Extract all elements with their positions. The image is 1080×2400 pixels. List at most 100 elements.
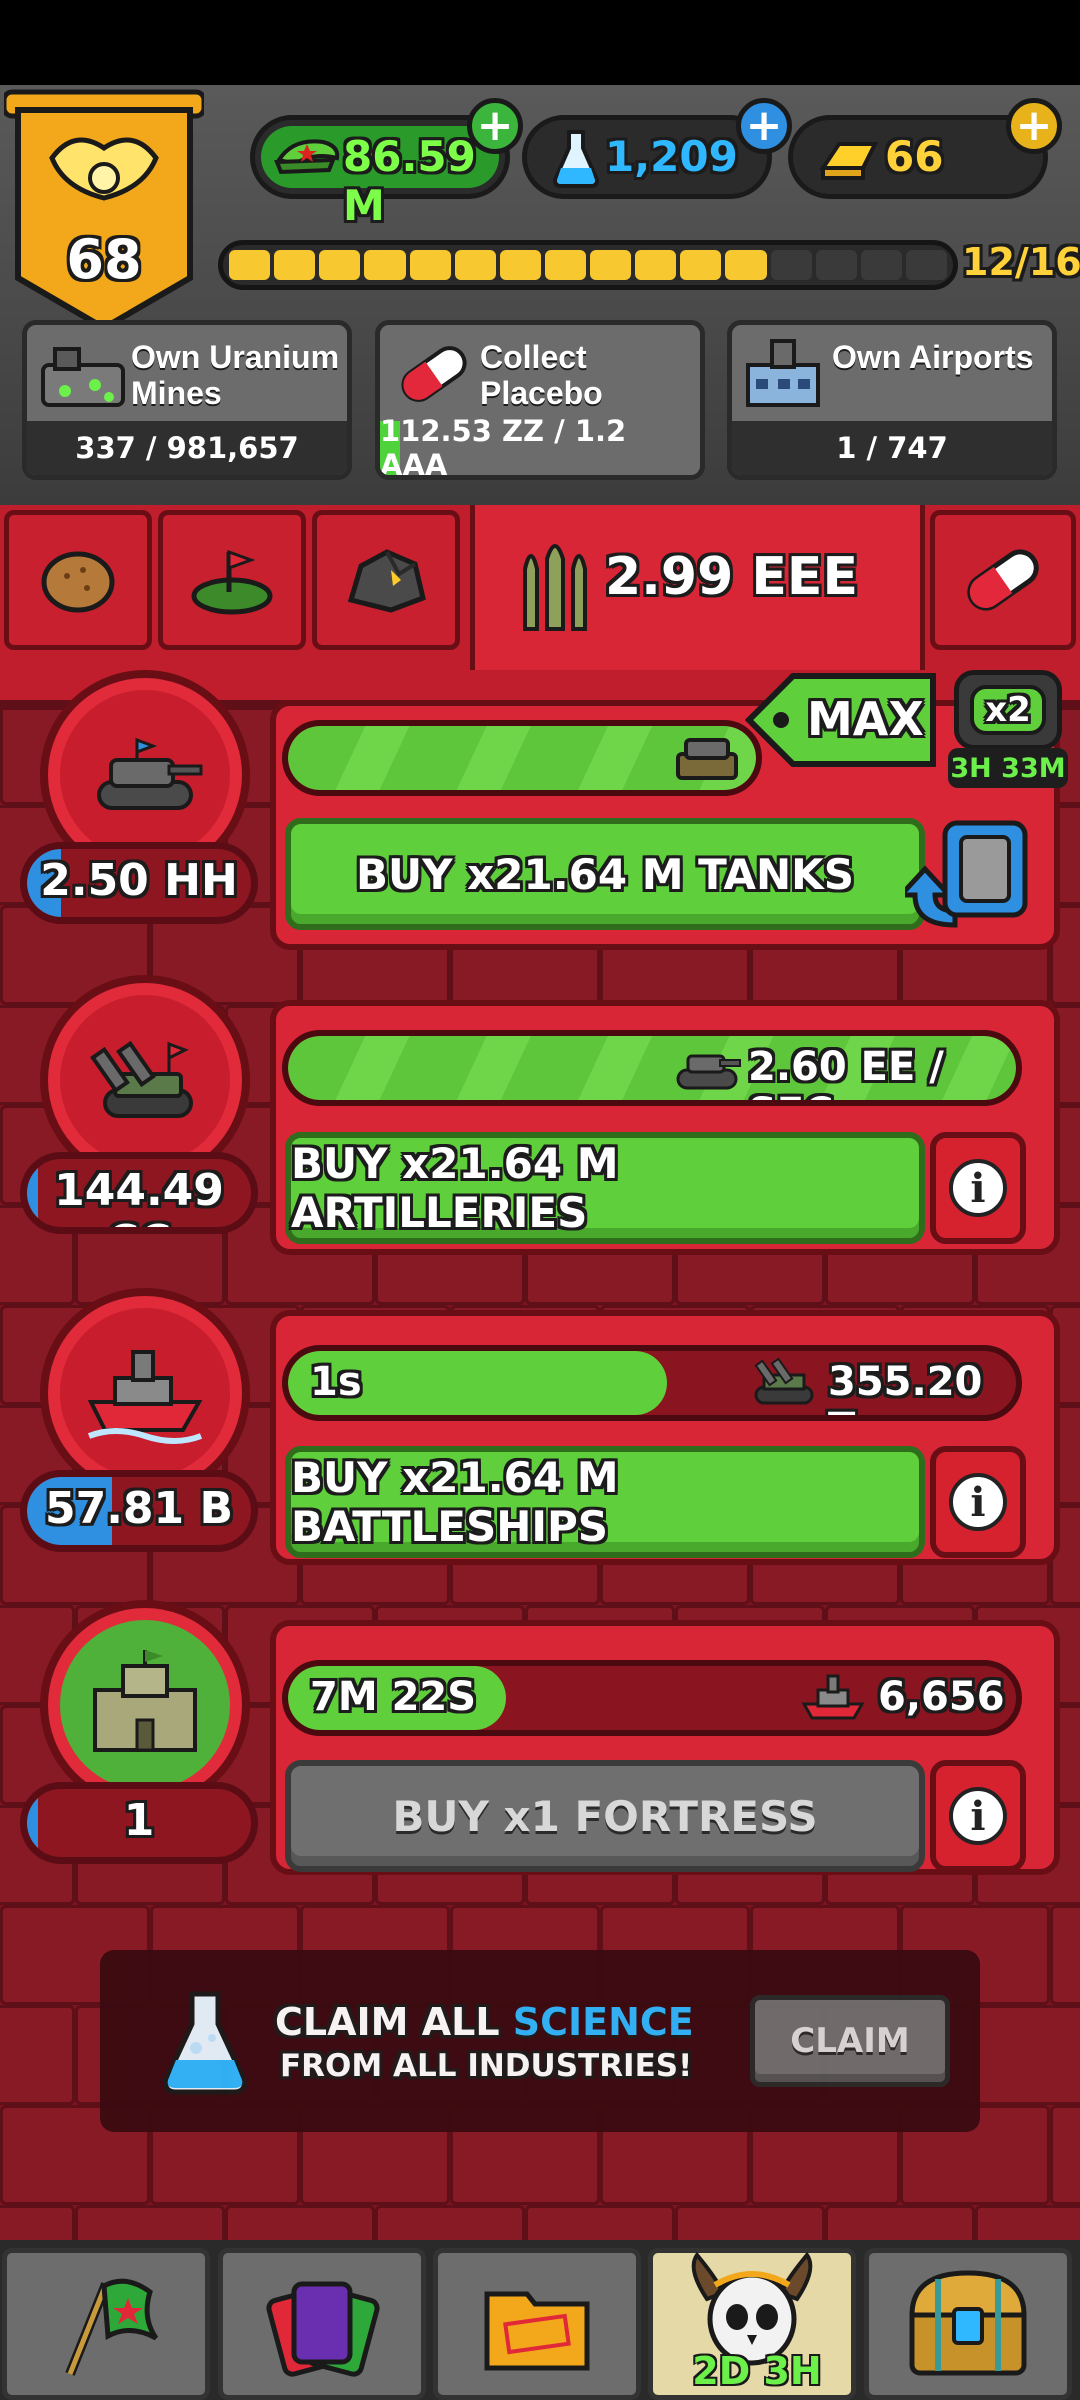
production-timer: 1s	[310, 1359, 362, 1405]
quest-card-airports[interactable]: Own Airports 1 / 747	[727, 320, 1057, 480]
add-science-button[interactable]: +	[736, 98, 792, 154]
ammo-icon	[523, 544, 587, 631]
unit-count-value: 144.49 CC	[54, 1165, 224, 1227]
claim-text-prefix: CLAIM ALL	[275, 2000, 500, 2044]
info-fortress-button[interactable]: i	[930, 1760, 1026, 1872]
tab-potato[interactable]	[4, 510, 152, 650]
tab-placebo[interactable]	[930, 510, 1076, 650]
buy-tanks-button[interactable]: BUY x21.64 M TANKS	[285, 818, 925, 930]
xp-segment	[905, 250, 947, 280]
add-cash-button[interactable]: +	[467, 98, 523, 154]
brick	[225, 2205, 375, 2245]
unit-count-value: 57.81 B	[44, 1483, 234, 1534]
event-timer: 2D 3H	[692, 2349, 822, 2393]
potato-icon	[41, 551, 115, 613]
airport-icon	[746, 339, 820, 407]
claim-button[interactable]: CLAIM	[750, 1995, 950, 2087]
production-amount: 355.20 T	[828, 1359, 983, 1415]
info-icon: i	[949, 1787, 1007, 1845]
xp-segment	[725, 250, 767, 280]
gold-value: 66	[885, 132, 944, 181]
flag-icon	[65, 2278, 159, 2376]
pill-icon	[967, 549, 1039, 611]
flask-icon	[163, 1991, 247, 2095]
brick	[375, 2205, 525, 2245]
unit-count-artilleries: 144.49 CC	[20, 1152, 258, 1234]
buy-fortress-button[interactable]: BUY x1 FORTRESS	[285, 1760, 925, 1872]
brick	[675, 2205, 825, 2245]
xp-segment	[635, 250, 677, 280]
production-timer: 7M 22S	[310, 1674, 477, 1720]
quest-card-placebo[interactable]: Collect Placebo 112.53 ZZ / 1.2 AAA	[375, 320, 705, 480]
quest-title-line2: Placebo	[480, 375, 603, 411]
quest-title-line1: Own Uranium	[131, 339, 340, 375]
unit-portrait-fortress[interactable]	[40, 1600, 250, 1810]
xp-segment	[680, 250, 722, 280]
selected-resource-amount: 2.99 EEE	[605, 547, 858, 607]
nav-event[interactable]: 2D 3H	[648, 2248, 856, 2400]
tab-ammo-selected[interactable]: 2.99 EEE	[470, 505, 925, 675]
xp-segment	[274, 250, 316, 280]
unit-count-value: 2.50 HH	[40, 855, 238, 906]
cards-icon	[266, 2281, 380, 2377]
status-bar	[0, 0, 1080, 85]
brick	[825, 2205, 975, 2245]
tab-swamp[interactable]	[158, 510, 306, 650]
claim-science-banner: CLAIM ALL SCIENCE FROM ALL INDUSTRIES! C…	[100, 1950, 980, 2132]
unit-count-tanks: 2.50 HH	[20, 842, 258, 924]
swap-cards-button[interactable]	[895, 815, 1035, 935]
add-gold-button[interactable]: +	[1006, 98, 1062, 154]
battleship-icon	[87, 1350, 203, 1444]
rock-ore-icon	[347, 549, 426, 613]
quest-title-line1: Own Airports	[832, 339, 1034, 375]
winged-banner-icon	[1, 89, 207, 332]
info-icon: i	[949, 1473, 1007, 1531]
xp-segment	[815, 250, 857, 280]
artillery-small-icon	[754, 1357, 814, 1405]
buy-artilleries-button[interactable]: BUY x21.64 M ARTILLERIES	[285, 1132, 925, 1244]
buy-battleships-button[interactable]: BUY x21.64 M BATTLESHIPS	[285, 1446, 925, 1558]
quest-card-uranium[interactable]: Own Uranium Mines 337 / 981,657	[22, 320, 352, 480]
x2-boost-button[interactable]: x2 3H 33M	[948, 670, 1068, 790]
production-bar-battleships: 1s 355.20 T	[282, 1345, 1022, 1421]
quest-progress: 1 / 747	[732, 421, 1052, 475]
science-counter[interactable]: 1,209	[522, 115, 772, 199]
info-battleships-button[interactable]: i	[930, 1446, 1026, 1558]
xp-segment	[499, 250, 541, 280]
xp-progress-text: 12/16	[962, 240, 1080, 284]
xp-segment	[770, 250, 812, 280]
claim-text-highlight: SCIENCE	[512, 2000, 694, 2044]
nav-shop[interactable]	[864, 2248, 1072, 2400]
unit-count-value: 1	[123, 1795, 155, 1846]
max-multiplier-button[interactable]: MAX	[744, 670, 940, 770]
quest-title-line2: Mines	[131, 375, 222, 411]
fortress-icon	[93, 1650, 197, 1752]
boost-label: x2	[985, 690, 1031, 730]
xp-segment	[590, 250, 632, 280]
quest-progress: 112.53 ZZ / 1.2 AAA	[380, 414, 627, 480]
xp-segment	[364, 250, 406, 280]
info-artilleries-button[interactable]: i	[930, 1132, 1026, 1244]
nav-research[interactable]	[433, 2248, 641, 2400]
level-value: 68	[66, 228, 142, 291]
brick	[1050, 1905, 1080, 2005]
unit-portrait-battleships[interactable]	[40, 1288, 250, 1498]
battleship-small-icon	[801, 1674, 865, 1720]
level-badge[interactable]: 68	[1, 88, 207, 338]
claim-text-subtitle: FROM ALL INDUSTRIES!	[280, 2048, 693, 2084]
buy-label: BUY x21.64 M TANKS	[356, 849, 854, 899]
unit-count-fortress: 1	[20, 1782, 258, 1864]
nav-missions[interactable]	[2, 2248, 210, 2400]
folder-icon	[484, 2291, 590, 2371]
xp-segment	[409, 250, 451, 280]
tank-icon	[97, 737, 203, 810]
artillery-icon	[90, 1040, 193, 1118]
production-amount: 6,656	[878, 1674, 1005, 1720]
brick	[1050, 2105, 1080, 2205]
nav-cards[interactable]	[218, 2248, 426, 2400]
brick	[0, 2005, 75, 2105]
xp-segment	[454, 250, 496, 280]
tab-ore[interactable]	[312, 510, 460, 650]
max-label: MAX	[807, 692, 924, 746]
production-bar-tanks	[282, 720, 762, 796]
